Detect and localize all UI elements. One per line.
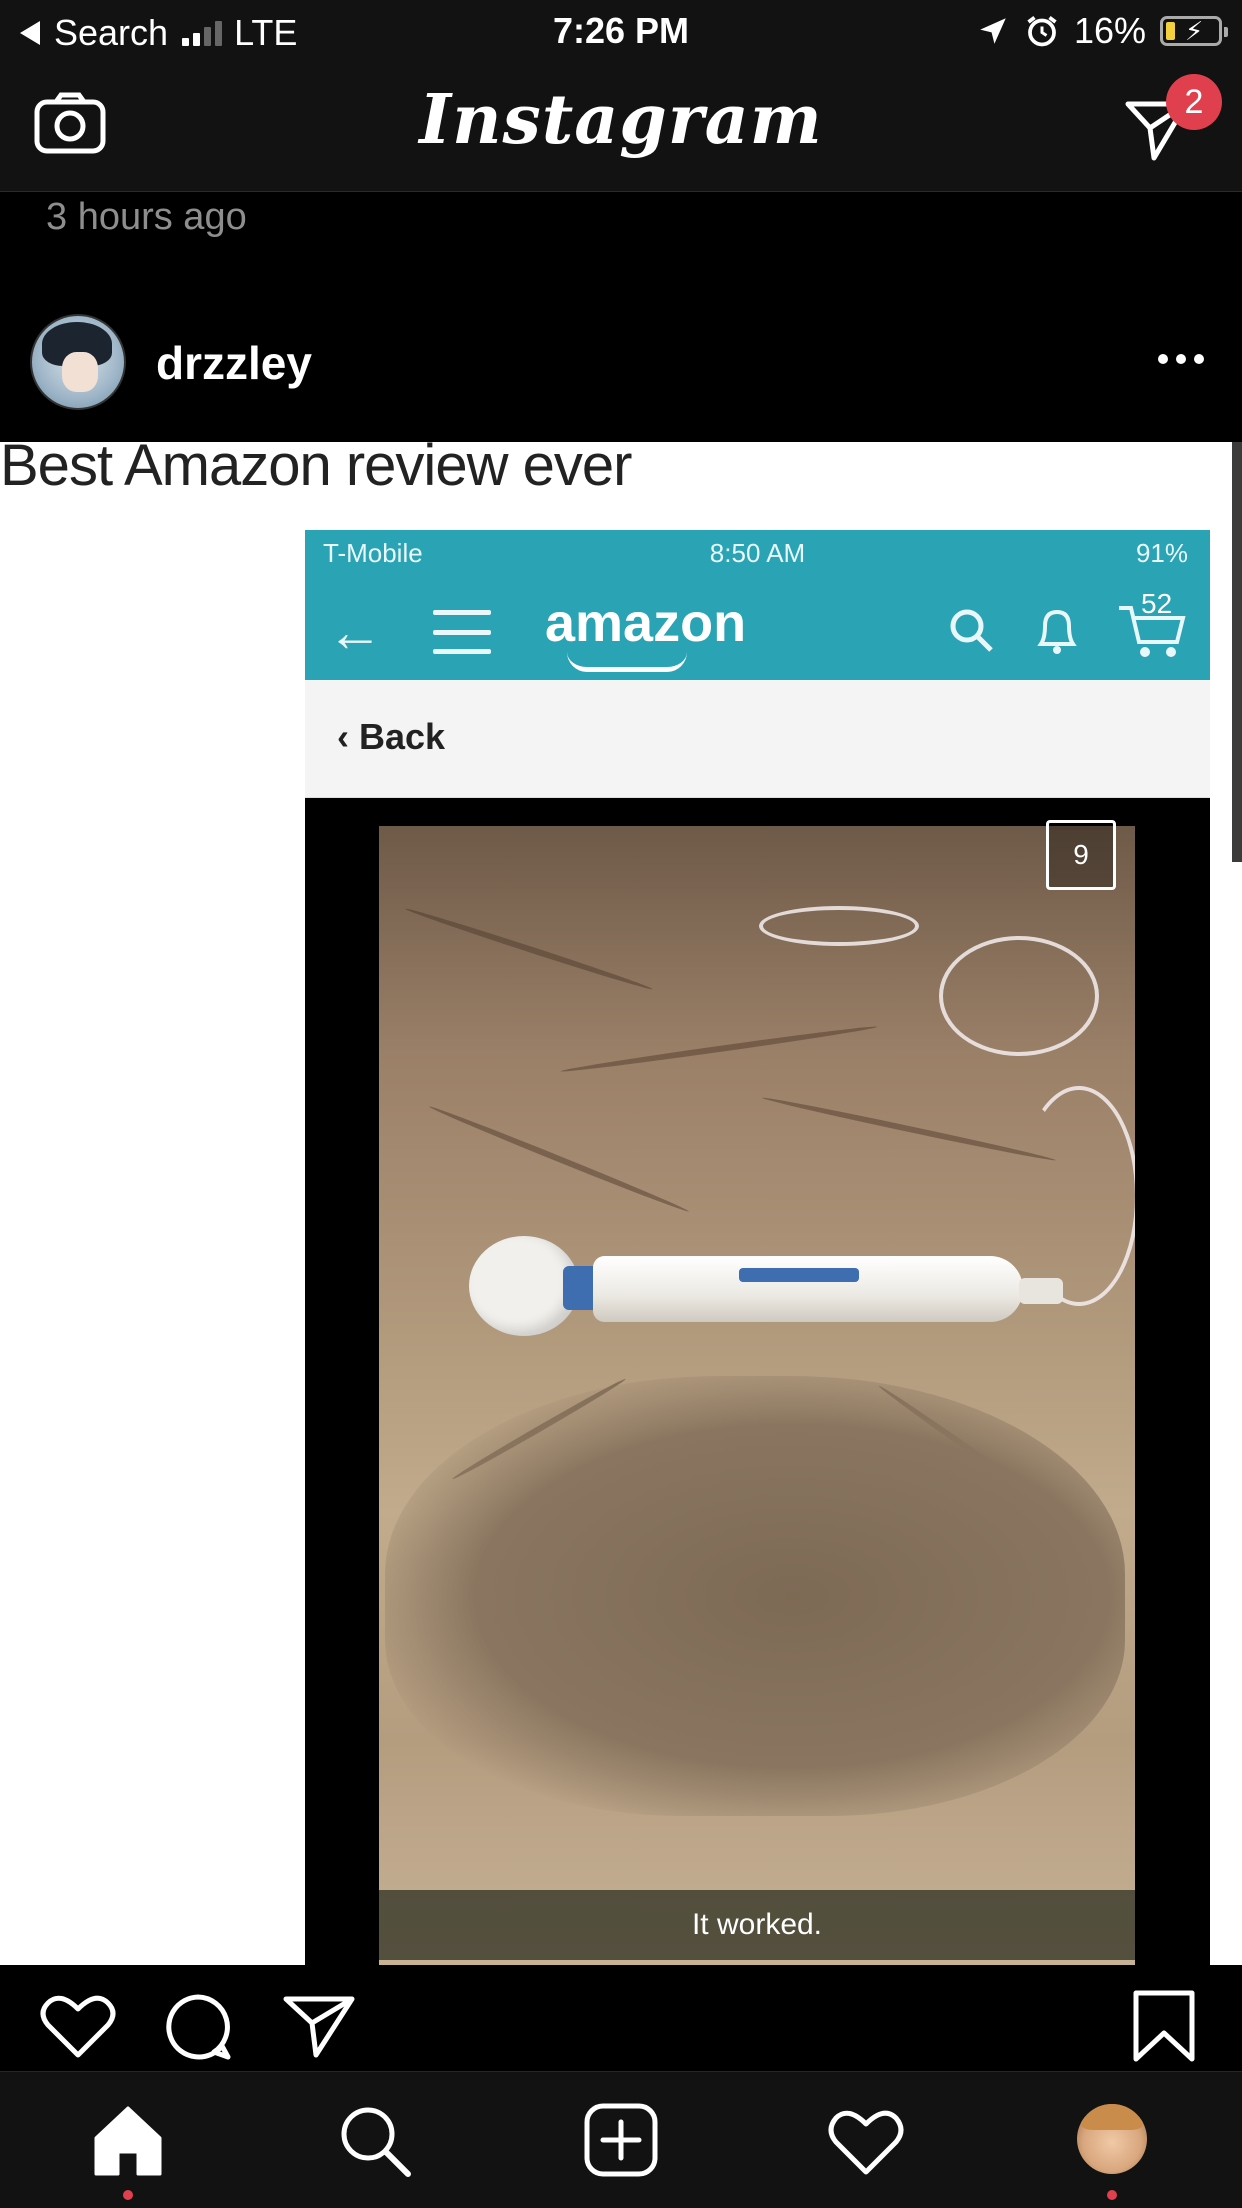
wet-stain (385, 1376, 1125, 1816)
embedded-back-link: ‹ Back (337, 716, 446, 757)
app-header: Instagram 2 (0, 62, 1242, 192)
avatar[interactable] (30, 314, 126, 410)
bookmark-icon[interactable] (1132, 1989, 1196, 2063)
embedded-menu-icon (433, 610, 491, 654)
embedded-screenshot: T-Mobile 8:50 AM 91% ← amazon 52 ‹ Back (305, 530, 1210, 1965)
comment-icon[interactable] (162, 1991, 234, 2063)
plus-square-icon (584, 2103, 658, 2177)
location-icon (980, 18, 1006, 44)
post-username[interactable]: drzzley (156, 336, 312, 390)
photo-counter: 9 (1046, 820, 1116, 890)
embedded-back-arrow-icon: ← (327, 600, 383, 663)
embedded-back-row: ‹ Back (305, 680, 1210, 798)
share-paper-plane-icon[interactable] (282, 1993, 356, 2059)
battery-icon: ⚡ (1160, 16, 1228, 46)
heart-icon[interactable] (40, 1993, 116, 2059)
embedded-amazon-smile (567, 652, 687, 672)
battery-percent: 16% (1073, 10, 1146, 51)
embedded-time: 8:50 AM (709, 538, 806, 568)
tab-search[interactable] (334, 2100, 414, 2180)
home-activity-dot (123, 2190, 133, 2200)
embedded-bell-icon (1037, 609, 1077, 654)
embedded-amazon-nav: ← amazon 52 (305, 574, 1210, 680)
post-timestamp: 3 hours ago (46, 196, 247, 238)
image-edge (1232, 442, 1242, 862)
more-horizontal-icon[interactable] (1158, 354, 1204, 364)
status-bar: Search LTE 7:26 PM 16% ⚡ (0, 0, 1242, 62)
tab-new-post[interactable] (581, 2100, 661, 2180)
embedded-back-label: Back (359, 716, 446, 757)
embedded-search-icon (950, 609, 993, 652)
profile-activity-dot (1107, 2190, 1117, 2200)
embedded-battery: 91% (1135, 538, 1188, 568)
post-header: drzzley (0, 296, 1242, 442)
status-right: 16% ⚡ (976, 10, 1228, 52)
bottom-tab-bar (0, 2071, 1242, 2208)
direct-messages-badge[interactable]: 2 (1166, 74, 1222, 130)
embedded-status-bar: T-Mobile 8:50 AM 91% (305, 530, 1210, 574)
home-icon (94, 2106, 162, 2176)
activity-heart-icon (828, 2110, 904, 2175)
embedded-cart-count: 52 (1141, 588, 1173, 619)
app-title: Instagram (419, 80, 823, 160)
alarm-icon (1027, 16, 1057, 47)
review-photo-caption: It worked. (379, 1890, 1135, 1960)
search-icon (341, 2107, 411, 2177)
image-headline: Best Amazon review ever (0, 442, 632, 498)
embedded-amazon-logo: amazon (545, 593, 747, 653)
tab-activity[interactable] (826, 2100, 906, 2180)
post-actions (0, 1965, 1242, 2071)
post-image[interactable]: Best Amazon review ever T-Mobile 8:50 AM… (0, 442, 1242, 1965)
wand-body (593, 1256, 1023, 1322)
bed-sheet-photo: It worked. (379, 826, 1135, 1965)
tab-home[interactable] (88, 2100, 168, 2180)
tab-profile-avatar[interactable] (1077, 2104, 1147, 2174)
embedded-review-photo: It worked. 9 (305, 798, 1210, 1965)
cord (759, 906, 919, 946)
